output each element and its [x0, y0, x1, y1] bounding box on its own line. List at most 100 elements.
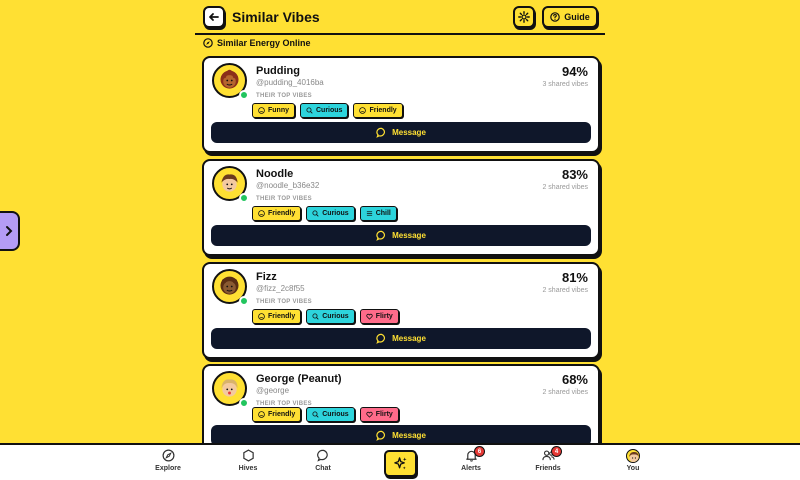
avatar[interactable] — [212, 63, 249, 100]
nav-label: Friends — [535, 465, 561, 472]
sparkle-icon — [394, 457, 407, 470]
user-name: Fizz — [256, 271, 277, 283]
gear-icon — [518, 11, 530, 23]
guide-button[interactable]: Guide — [542, 6, 598, 28]
vibes-center-button[interactable] — [384, 450, 417, 477]
heart-icon — [366, 411, 373, 418]
nav-friends[interactable]: Friends 4 — [523, 446, 573, 479]
message-button[interactable]: Message — [211, 225, 591, 246]
friends-badge: 4 — [551, 446, 562, 457]
nav-label: Explore — [155, 465, 181, 472]
user-card: Fizz @fizz_2c8f55 THEIR TOP VIBES Friend… — [202, 262, 600, 359]
vibes-label: THEIR TOP VIBES — [256, 196, 312, 202]
user-name: George (Peanut) — [256, 373, 342, 385]
avatar-illustration — [220, 69, 239, 89]
chat-icon — [376, 127, 386, 138]
settings-button[interactable] — [513, 6, 535, 28]
heart-icon — [366, 313, 373, 320]
online-indicator — [239, 398, 249, 408]
nav-label: Hives — [238, 465, 258, 472]
vibe-chip: Funny — [252, 103, 295, 118]
hexagon-icon — [242, 449, 254, 462]
message-label: Message — [392, 334, 426, 343]
user-card: Pudding @pudding_4016ba THEIR TOP VIBES … — [202, 56, 600, 153]
vibe-chip: Curious — [306, 407, 355, 422]
nav-label: You — [626, 465, 640, 472]
side-drawer-toggle[interactable] — [0, 211, 20, 251]
vibe-chip-label: Friendly — [369, 107, 397, 114]
vibe-chip-label: Friendly — [268, 210, 296, 217]
header: Similar Vibes Guide — [195, 0, 605, 36]
chat-icon — [316, 449, 328, 462]
smile-icon — [359, 107, 367, 114]
header-divider — [195, 33, 605, 35]
online-indicator — [239, 296, 249, 306]
vibe-chip: Curious — [306, 206, 355, 221]
vibe-chip-label: Funny — [268, 107, 289, 114]
section-heading: Similar Energy Online — [203, 38, 311, 48]
nav-alerts[interactable]: Alerts 6 — [446, 446, 496, 479]
smile-icon — [258, 411, 265, 418]
vibe-chip-label: Flirty — [375, 411, 393, 418]
shared-vibes-count: 2 shared vibes — [542, 287, 588, 294]
avatar[interactable] — [212, 166, 249, 203]
message-button[interactable]: Message — [211, 328, 591, 349]
user-handle: @pudding_4016ba — [256, 78, 324, 87]
user-name: Pudding — [256, 65, 300, 77]
user-name: Noodle — [256, 168, 294, 180]
guide-label: Guide — [564, 12, 590, 22]
vibe-chip: Chill — [359, 206, 397, 221]
vibe-chip-label: Flirty — [375, 313, 393, 320]
chat-icon — [376, 430, 386, 441]
vibe-chip: Flirty — [359, 407, 399, 422]
arrow-left-icon — [209, 13, 219, 21]
user-card: Noodle @noodle_b36e32 THEIR TOP VIBES Fr… — [202, 159, 600, 256]
message-label: Message — [392, 431, 426, 440]
vibe-chips: Friendly Curious Flirty — [252, 309, 399, 324]
search-icon — [312, 313, 319, 320]
nav-you[interactable]: You — [608, 449, 658, 479]
vibe-chips: Funny Curious Friendly — [252, 103, 403, 118]
vibe-chip: Friendly — [252, 407, 302, 422]
avatar-illustration — [221, 379, 238, 397]
vibe-chips: Friendly Curious Flirty — [252, 407, 399, 422]
avatar[interactable] — [212, 371, 249, 408]
vibe-chip-label: Curious — [322, 411, 349, 418]
match-percent: 83% — [561, 167, 588, 182]
nav-label: Alerts — [461, 465, 481, 472]
message-label: Message — [392, 128, 426, 137]
nav-hives[interactable]: Hives — [223, 449, 273, 479]
online-indicator — [239, 90, 249, 100]
shared-vibes-count: 2 shared vibes — [542, 184, 588, 191]
match-percent: 94% — [561, 64, 588, 79]
vibe-chip: Friendly — [353, 103, 403, 118]
nav-chat[interactable]: Chat — [298, 449, 348, 479]
avatar-illustration — [220, 276, 239, 295]
help-circle-icon — [550, 12, 561, 22]
app-root: Similar Vibes Guide Similar Energy Onlin… — [0, 0, 800, 480]
online-indicator — [239, 193, 249, 203]
avatar[interactable] — [212, 269, 249, 306]
smile-icon — [258, 313, 265, 320]
avatar — [626, 449, 640, 463]
compass-icon — [203, 38, 213, 48]
vibe-chip-label: Friendly — [268, 411, 296, 418]
chevron-right-icon — [6, 226, 13, 236]
back-button[interactable] — [203, 6, 225, 28]
compass-icon — [162, 449, 174, 462]
nav-explore[interactable]: Explore — [143, 449, 193, 479]
vibe-chip-label: Friendly — [268, 313, 296, 320]
section-label: Similar Energy Online — [217, 38, 311, 48]
bottom-nav: Explore Hives Chat Alerts 6 Friends 4 Yo — [0, 443, 800, 480]
chat-icon — [376, 333, 386, 344]
vibe-chip: Curious — [300, 103, 349, 118]
vibe-chip: Friendly — [252, 309, 302, 324]
smile-icon — [258, 210, 265, 217]
smile-icon — [258, 107, 265, 114]
list-icon — [366, 211, 372, 216]
search-icon — [312, 210, 319, 217]
message-label: Message — [392, 231, 426, 240]
message-button[interactable]: Message — [211, 122, 591, 143]
user-handle: @george — [256, 386, 290, 395]
vibe-chip: Friendly — [252, 206, 302, 221]
